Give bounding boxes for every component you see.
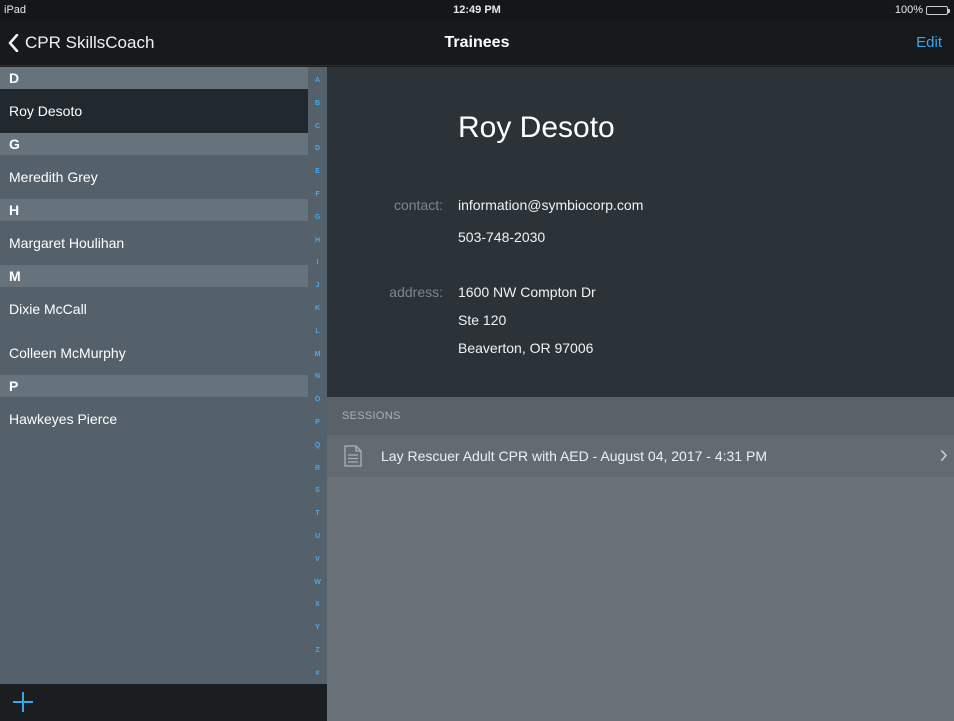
- index-letter[interactable]: W: [308, 579, 327, 586]
- index-letter[interactable]: J: [308, 282, 327, 289]
- index-letter[interactable]: H: [308, 237, 327, 244]
- trainee-list: D Roy Desoto G Meredith Grey H Margaret …: [0, 67, 327, 684]
- index-letter[interactable]: M: [308, 351, 327, 358]
- index-letter[interactable]: B: [308, 100, 327, 107]
- contact-label: contact:: [393, 197, 443, 213]
- back-button[interactable]: CPR SkillsCoach: [8, 33, 154, 53]
- trainee-row-margaret-houlihan[interactable]: Margaret Houlihan: [0, 221, 308, 265]
- section-header-g: G: [0, 133, 308, 155]
- section-header-h: H: [0, 199, 308, 221]
- chevron-left-icon: [8, 34, 19, 52]
- index-letter[interactable]: F: [308, 191, 327, 198]
- index-letter[interactable]: X: [308, 601, 327, 608]
- sessions-header: SESSIONS: [327, 397, 954, 435]
- status-bar: iPad 12:49 PM 100%: [0, 0, 954, 20]
- index-letter[interactable]: K: [308, 305, 327, 312]
- bottom-toolbar: [0, 684, 327, 721]
- index-letter[interactable]: C: [308, 123, 327, 130]
- session-label: Lay Rescuer Adult CPR with AED - August …: [381, 448, 767, 464]
- navigation-bar: CPR SkillsCoach Trainees Edit: [0, 20, 954, 66]
- chevron-right-icon: [940, 449, 948, 462]
- index-letter[interactable]: U: [308, 533, 327, 540]
- index-letter[interactable]: A: [308, 77, 327, 84]
- index-letter[interactable]: R: [308, 465, 327, 472]
- index-letter[interactable]: G: [308, 214, 327, 221]
- index-letter[interactable]: D: [308, 145, 327, 152]
- section-header-p: P: [0, 375, 308, 397]
- index-letter[interactable]: S: [308, 487, 327, 494]
- status-time: 12:49 PM: [453, 4, 501, 16]
- email-value[interactable]: information@symbiocorp.com: [458, 197, 643, 213]
- add-trainee-button[interactable]: [12, 691, 34, 713]
- index-letter[interactable]: Y: [308, 624, 327, 631]
- phone-value[interactable]: 503-748-2030: [458, 229, 545, 245]
- index-letter[interactable]: I: [308, 259, 327, 266]
- trainee-info-card: Roy Desoto contact: information@symbioco…: [327, 67, 954, 397]
- index-letter[interactable]: L: [308, 328, 327, 335]
- document-icon: [344, 445, 362, 467]
- trainee-row-colleen-mcmurphy[interactable]: Colleen McMurphy: [0, 331, 308, 375]
- section-header-m: M: [0, 265, 308, 287]
- index-letter[interactable]: O: [308, 396, 327, 403]
- index-letter[interactable]: N: [308, 373, 327, 380]
- trainee-row-dixie-mccall[interactable]: Dixie McCall: [0, 287, 308, 331]
- battery-percent: 100%: [894, 4, 923, 16]
- index-letter[interactable]: E: [308, 168, 327, 175]
- index-letter[interactable]: Q: [308, 442, 327, 449]
- trainee-row-roy-desoto[interactable]: Roy Desoto: [0, 89, 308, 133]
- trainee-row-hawkeyes-pierce[interactable]: Hawkeyes Pierce: [0, 397, 308, 441]
- session-row[interactable]: Lay Rescuer Adult CPR with AED - August …: [327, 435, 954, 477]
- section-index-bar[interactable]: A B C D E F G H I J K L M N O P Q R S T U V W X Y Z #: [308, 67, 327, 684]
- trainee-row-meredith-grey[interactable]: Meredith Grey: [0, 155, 308, 199]
- address-line-2: Ste 120: [458, 312, 507, 328]
- address-line-1: 1600 NW Compton Dr: [458, 284, 596, 300]
- battery-indicator: 100%: [894, 4, 950, 16]
- index-letter[interactable]: #: [308, 670, 327, 677]
- index-letter[interactable]: T: [308, 510, 327, 517]
- back-button-label: CPR SkillsCoach: [25, 33, 155, 52]
- address-line-3: Beaverton, OR 97006: [458, 340, 594, 356]
- trainee-name: Roy Desoto: [458, 111, 615, 144]
- index-letter[interactable]: V: [308, 556, 327, 563]
- battery-icon: [926, 5, 950, 15]
- section-header-d: D: [0, 67, 308, 89]
- edit-button[interactable]: Edit: [916, 34, 942, 51]
- trainee-detail: Roy Desoto contact: information@symbioco…: [327, 67, 954, 721]
- index-letter[interactable]: Z: [308, 647, 327, 654]
- index-letter[interactable]: P: [308, 419, 327, 426]
- address-label: address:: [389, 284, 443, 300]
